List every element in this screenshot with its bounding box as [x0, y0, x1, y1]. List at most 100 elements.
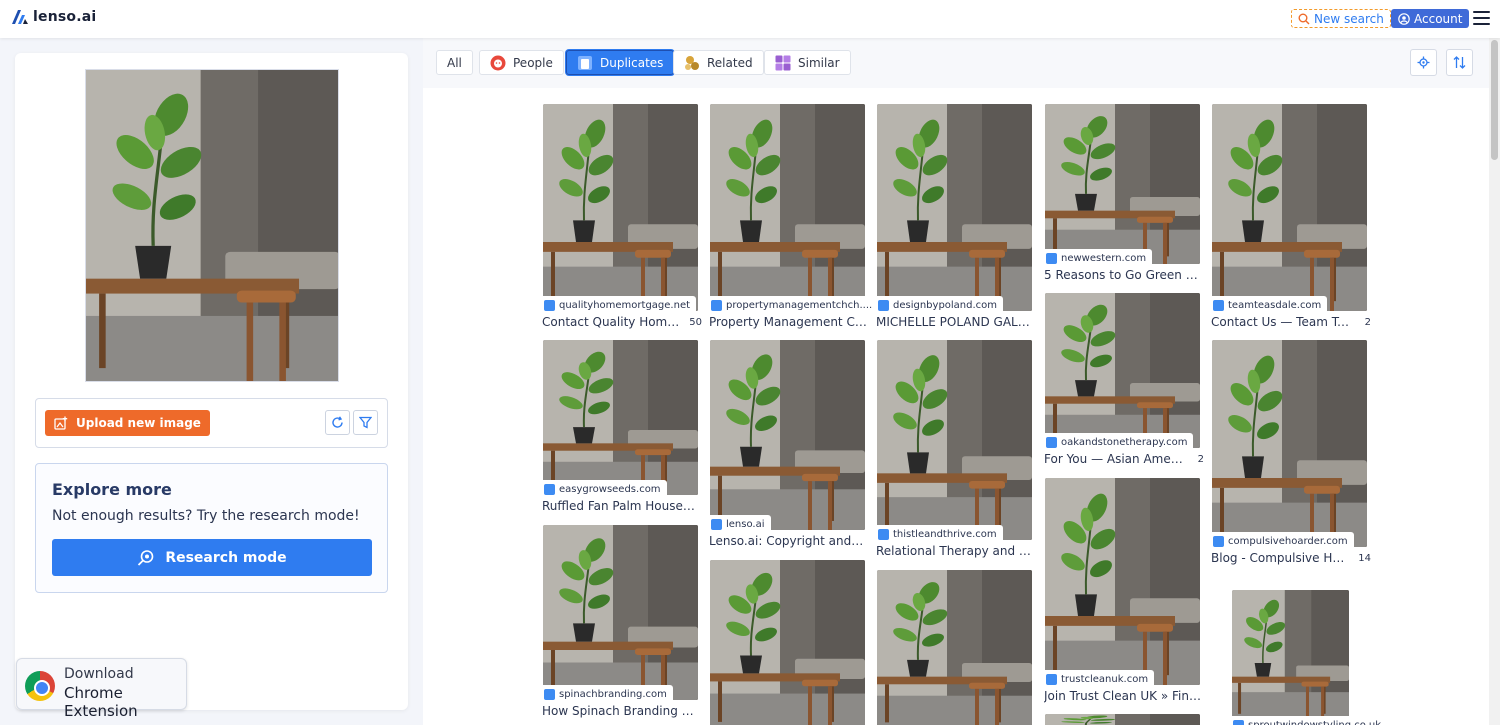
- result-domain[interactable]: compulsivehoarder.com: [1212, 532, 1354, 550]
- result-title[interactable]: For You — Asian American Therapy: [1044, 452, 1184, 466]
- chrome-logo-icon: [25, 671, 55, 701]
- site-favicon-icon: [544, 688, 555, 700]
- result-title[interactable]: Property Management Christchurch: [709, 315, 867, 329]
- site-favicon-icon: [878, 528, 889, 540]
- tab-similar[interactable]: Similar: [764, 50, 851, 75]
- result-thumbnail[interactable]: [1045, 714, 1200, 725]
- sort-button[interactable]: [1446, 49, 1473, 76]
- result-domain-text: spinachbranding.com: [559, 688, 667, 700]
- upload-label: Upload new image: [76, 416, 201, 430]
- research-mode-button[interactable]: Research mode: [52, 539, 372, 576]
- result-domain[interactable]: propertymanagementchch....: [710, 296, 879, 314]
- hamburger-menu-icon[interactable]: [1473, 11, 1490, 25]
- upload-box: Upload new image: [35, 398, 388, 448]
- scrollbar[interactable]: [1489, 38, 1500, 725]
- settings-button[interactable]: [1410, 49, 1437, 76]
- result-thumbnail[interactable]: [710, 560, 865, 725]
- result-thumbnail[interactable]: [877, 340, 1032, 540]
- tab-people-label: People: [513, 55, 553, 70]
- tabs-bar: All People Duplicates Related Similar: [423, 38, 1489, 88]
- site-favicon-icon: [1046, 673, 1057, 685]
- site-favicon-icon: [544, 299, 555, 311]
- result-domain[interactable]: lenso.ai: [710, 515, 771, 533]
- result-domain-text: teamteasdale.com: [1228, 299, 1322, 311]
- explore-more-box: Explore more Not enough results? Try the…: [35, 463, 388, 593]
- research-mode-label: Research mode: [165, 549, 287, 566]
- result-match-count: 2: [1195, 454, 1206, 465]
- result-thumbnail[interactable]: [877, 104, 1032, 311]
- result-thumbnail[interactable]: [710, 104, 865, 311]
- result-thumbnail[interactable]: [543, 104, 698, 311]
- result-title[interactable]: 5 Reasons to Go Green With Your Home: [1044, 268, 1202, 282]
- duplicates-icon: [578, 55, 592, 70]
- account-button[interactable]: Account: [1391, 9, 1470, 28]
- tab-all[interactable]: All: [436, 50, 473, 75]
- sort-icon: [1453, 56, 1466, 69]
- query-photo: [86, 70, 338, 381]
- new-search-button[interactable]: New search: [1291, 9, 1391, 28]
- result-thumbnail[interactable]: [1045, 478, 1200, 685]
- explore-subtitle: Not enough results? Try the research mod…: [52, 508, 360, 524]
- result-domain[interactable]: teamteasdale.com: [1212, 296, 1328, 314]
- filter-icon: [359, 416, 372, 429]
- result-domain-text: sproutwindowstyling.co.uk: [1248, 719, 1381, 725]
- result-domain[interactable]: oakandstonetherapy.com: [1045, 433, 1194, 451]
- result-domain[interactable]: trustcleanuk.com: [1045, 670, 1155, 688]
- result-title[interactable]: Contact Quality Home Mortgage: [542, 315, 682, 329]
- result-thumbnail[interactable]: [1045, 293, 1200, 448]
- result-title[interactable]: Relational Therapy and Home: [876, 544, 1034, 558]
- result-domain[interactable]: sproutwindowstyling.co.uk: [1232, 716, 1387, 725]
- result-domain-text: compulsivehoarder.com: [1228, 535, 1348, 547]
- site-favicon-icon: [1046, 436, 1057, 448]
- result-domain-text: trustcleanuk.com: [1061, 673, 1149, 685]
- extension-line2: Chrome Extension: [64, 684, 138, 720]
- result-title[interactable]: Blog - Compulsive Hoarder: [1211, 551, 1351, 565]
- site-favicon-icon: [711, 518, 722, 530]
- result-title[interactable]: Ruffled Fan Palm Houseplant Seeds: [542, 499, 700, 513]
- related-icon: [685, 55, 699, 70]
- site-favicon-icon: [544, 483, 555, 495]
- result-domain[interactable]: spinachbranding.com: [543, 685, 673, 703]
- tab-people[interactable]: People: [479, 50, 564, 75]
- result-thumbnail[interactable]: [1212, 340, 1367, 547]
- filter-button[interactable]: [353, 410, 378, 435]
- site-favicon-icon: [1213, 299, 1224, 311]
- logo[interactable]: lenso.ai: [12, 9, 96, 25]
- refresh-button[interactable]: [325, 410, 350, 435]
- site-favicon-icon: [1213, 535, 1224, 547]
- result-title[interactable]: How Spinach Branding Helps: [542, 704, 700, 718]
- user-icon: [1398, 12, 1410, 25]
- result-domain[interactable]: designbypoland.com: [877, 296, 1004, 314]
- result-thumbnail[interactable]: [1232, 590, 1349, 720]
- result-thumbnail[interactable]: [1045, 104, 1200, 264]
- result-domain-text: oakandstonetherapy.com: [1061, 436, 1188, 448]
- new-search-label: New search: [1314, 11, 1384, 26]
- explore-title: Explore more: [52, 480, 172, 499]
- result-thumbnail[interactable]: [710, 340, 865, 530]
- result-title[interactable]: MICHELLE POLAND GALLERY: [876, 315, 1034, 329]
- result-domain-text: designbypoland.com: [893, 299, 998, 311]
- result-domain[interactable]: thistleandthrive.com: [877, 525, 1003, 543]
- result-match-count: 2: [1362, 317, 1373, 328]
- result-thumbnail[interactable]: [877, 570, 1032, 725]
- result-title[interactable]: Lenso.ai: Copyright and Duplicates: [709, 534, 867, 548]
- logo-text: lenso.ai: [33, 9, 97, 25]
- tab-duplicates-label: Duplicates: [600, 55, 664, 70]
- result-thumbnail[interactable]: [543, 340, 698, 495]
- result-thumbnail[interactable]: [1212, 104, 1367, 311]
- result-title[interactable]: Contact Us — Team Teasdale: [1211, 315, 1351, 329]
- result-domain[interactable]: newwestern.com: [1045, 249, 1153, 267]
- result-title[interactable]: Join Trust Clean UK » Find Trusted Clean…: [1044, 689, 1202, 703]
- account-label: Account: [1414, 11, 1463, 26]
- upload-new-image-button[interactable]: Upload new image: [45, 410, 210, 436]
- lenso-logo-icon: [12, 10, 28, 24]
- result-domain[interactable]: qualityhomemortgage.net: [543, 296, 697, 314]
- search-icon: [1298, 13, 1310, 24]
- query-image: [85, 69, 339, 382]
- chrome-extension-banner[interactable]: Download Chrome Extension: [16, 658, 187, 720]
- result-thumbnail[interactable]: [543, 525, 698, 700]
- scrollbar-thumb[interactable]: [1491, 40, 1498, 160]
- tab-duplicates[interactable]: Duplicates: [566, 50, 675, 75]
- result-domain[interactable]: easygrowseeds.com: [543, 480, 667, 498]
- tab-related[interactable]: Related: [673, 50, 764, 75]
